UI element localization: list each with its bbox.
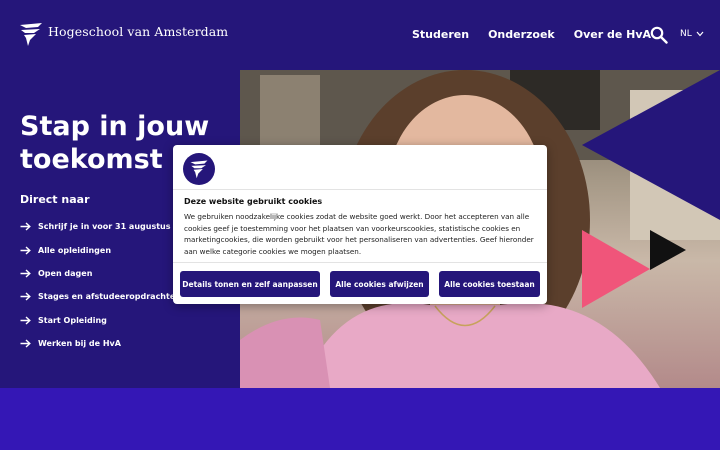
logo-text: Hogeschool van Amsterdam xyxy=(48,23,229,39)
arrow-right-icon xyxy=(20,246,31,255)
arrow-right-icon xyxy=(20,222,31,231)
accept-all-button[interactable]: Alle cookies toestaan xyxy=(439,271,540,297)
cookie-text: We gebruiken noodzakelijke cookies zodat… xyxy=(184,212,534,256)
quick-link-label: Open dagen xyxy=(38,268,93,278)
quick-link-label: Stages en afstudeeropdrachten xyxy=(38,292,181,302)
language-selector[interactable]: NL xyxy=(680,29,704,39)
hva-logo-icon xyxy=(20,23,42,46)
reject-all-button[interactable]: Alle cookies afwijzen xyxy=(330,271,429,297)
quick-link[interactable]: Schrijf je in voor 31 augustus xyxy=(20,215,181,238)
details-button[interactable]: Details tonen en zelf aanpassen xyxy=(180,271,320,297)
quick-links: Schrijf je in voor 31 augustus Alle ople… xyxy=(20,215,181,355)
site-header: Hogeschool van Amsterdam Studeren Onderz… xyxy=(0,0,720,70)
quick-link-label: Start Opleiding xyxy=(38,315,107,325)
search-icon[interactable] xyxy=(650,26,668,44)
nav-studeren[interactable]: Studeren xyxy=(412,28,469,41)
quick-link[interactable]: Open dagen xyxy=(20,262,181,285)
hva-mark-icon xyxy=(190,160,208,179)
quick-link-label: Alle opleidingen xyxy=(38,245,112,255)
quick-link[interactable]: Alle opleidingen xyxy=(20,238,181,261)
nav-onderzoek[interactable]: Onderzoek xyxy=(488,28,555,41)
divider xyxy=(173,262,547,263)
cookie-dialog: Deze website gebruikt cookies We gebruik… xyxy=(173,145,547,304)
arrow-right-icon xyxy=(20,292,31,301)
arrow-right-icon xyxy=(20,339,31,348)
quick-link[interactable]: Start Opleiding xyxy=(20,309,181,332)
arrow-right-icon xyxy=(20,316,31,325)
content-band xyxy=(0,388,720,450)
quick-link[interactable]: Stages en afstudeeropdrachten xyxy=(20,285,181,308)
main-nav: Studeren Onderzoek Over de HvA xyxy=(412,28,670,41)
hva-logo-icon xyxy=(183,153,215,185)
quick-link-label: Werken bij de HvA xyxy=(38,339,121,349)
cookie-title: Deze website gebruikt cookies xyxy=(184,197,323,206)
arrow-right-icon xyxy=(20,269,31,278)
hva-logo[interactable]: Hogeschool van Amsterdam xyxy=(18,21,228,47)
direct-naar-heading: Direct naar xyxy=(20,193,90,206)
chevron-down-icon xyxy=(696,31,704,37)
language-label: NL xyxy=(680,29,692,39)
quick-link-label: Schrijf je in voor 31 augustus xyxy=(38,222,171,232)
cookie-header xyxy=(173,145,547,190)
nav-over-de-hva[interactable]: Over de HvA xyxy=(574,28,651,41)
quick-link[interactable]: Werken bij de HvA xyxy=(20,332,181,355)
